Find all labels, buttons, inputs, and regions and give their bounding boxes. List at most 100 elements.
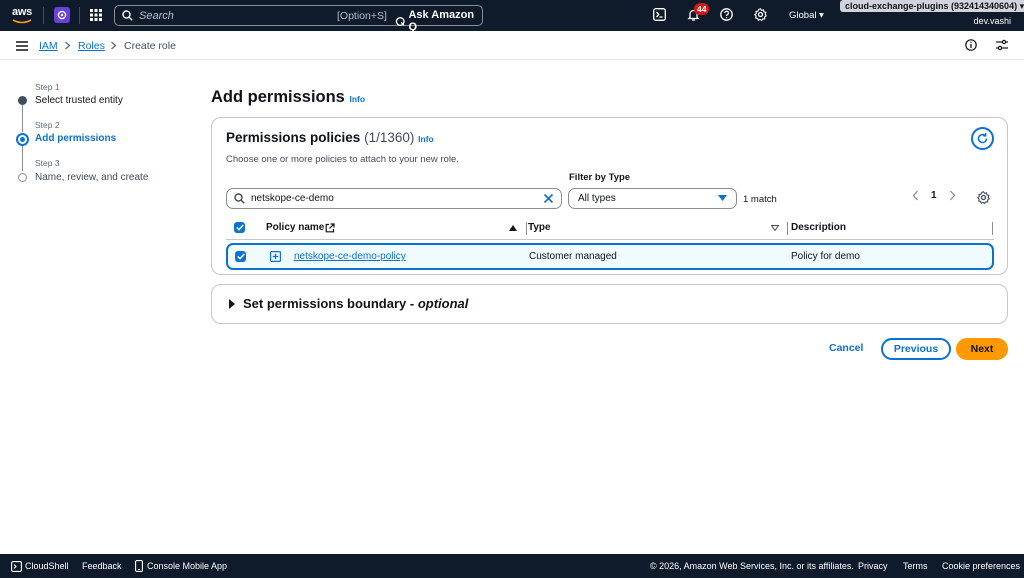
breadcrumb-create-role: Create role xyxy=(124,40,176,52)
next-page-icon[interactable] xyxy=(949,190,956,201)
expand-caret-right-icon[interactable] xyxy=(229,299,235,309)
account-menu[interactable]: cloud-exchange-plugins (932414340604) ▾ xyxy=(840,0,1024,12)
permissions-boundary-section[interactable]: Set permissions boundary - optional xyxy=(211,284,1008,324)
step-2-current-icon xyxy=(16,133,29,146)
column-divider xyxy=(992,222,993,235)
services-grid-icon[interactable] xyxy=(90,9,102,21)
column-description[interactable]: Description xyxy=(791,222,846,233)
footer-cookie-preferences-link[interactable]: Cookie preferences xyxy=(942,561,1020,571)
policies-table-header: Policy name Type Description xyxy=(226,216,994,240)
policies-count: (1/1360) xyxy=(364,130,415,145)
policies-title: Permissions policies xyxy=(226,130,361,145)
boundary-title-text: Set permissions boundary - xyxy=(243,296,418,311)
column-divider xyxy=(787,222,788,235)
row-checkbox[interactable] xyxy=(235,251,246,262)
step-1-number: Step 1 xyxy=(35,82,60,92)
mobile-phone-icon xyxy=(135,560,143,572)
cloudshell-icon[interactable] xyxy=(653,8,666,21)
policy-description-cell: Policy for demo xyxy=(791,251,860,262)
permissions-policies-container: Permissions policies (1/1360) Info Choos… xyxy=(211,117,1008,275)
info-circle-icon[interactable] xyxy=(965,39,977,51)
column-policy-name-label: Policy name xyxy=(266,222,325,233)
previous-page-icon[interactable] xyxy=(912,190,919,201)
global-search-input[interactable]: Search [Option+S] Ask Amazon Q xyxy=(114,5,483,33)
page-number[interactable]: 1 xyxy=(931,190,937,201)
breadcrumb-roles[interactable]: Roles xyxy=(78,40,105,52)
table-row[interactable]: netskope-ce-demo-policy Customer managed… xyxy=(226,243,994,270)
column-description-label: Description xyxy=(791,222,847,233)
clear-search-icon[interactable] xyxy=(543,193,554,204)
search-placeholder: Search xyxy=(139,10,174,22)
footer-privacy-link[interactable]: Privacy xyxy=(858,561,888,571)
region-selector[interactable]: Global ▾ xyxy=(789,10,824,21)
footer-terms-link[interactable]: Terms xyxy=(903,561,928,571)
type-filter-select[interactable]: All types xyxy=(568,188,737,209)
aws-logo-text: aws xyxy=(12,6,32,18)
aws-logo[interactable]: aws xyxy=(12,6,34,26)
region-label: Global xyxy=(789,10,817,21)
step-3-number: Step 3 xyxy=(35,158,60,168)
refresh-icon xyxy=(977,132,988,144)
breadcrumb-iam[interactable]: IAM xyxy=(39,40,58,52)
policy-name-link[interactable]: netskope-ce-demo-policy xyxy=(294,251,406,262)
page-title: Add permissions Info xyxy=(211,88,365,107)
boundary-optional-text: optional xyxy=(417,296,469,311)
footer-mobile-app-link[interactable]: Console Mobile App xyxy=(147,561,227,571)
nav-divider xyxy=(43,7,44,24)
match-count: 1 match xyxy=(743,194,777,205)
step-1-completed-icon xyxy=(18,96,27,105)
policy-search-input[interactable]: netskope-ce-demo xyxy=(226,188,562,209)
step-connector xyxy=(22,104,23,132)
page-info-link[interactable]: Info xyxy=(349,94,365,104)
footer-copyright: © 2026, Amazon Web Services, Inc. or its… xyxy=(650,561,854,571)
account-label: cloud-exchange-plugins (932414340604) xyxy=(845,1,1018,11)
cancel-button[interactable]: Cancel xyxy=(829,342,863,354)
sort-icon[interactable] xyxy=(771,225,779,231)
column-type-label: Type xyxy=(528,222,551,233)
step-3-pending-icon xyxy=(18,173,27,182)
console-footer: CloudShell Feedback Console Mobile App ©… xyxy=(0,554,1024,578)
step-2-label: Add permissions xyxy=(35,133,117,144)
footer-feedback-link[interactable]: Feedback xyxy=(82,561,122,571)
filter-by-type-label: Filter by Type xyxy=(569,172,631,183)
refresh-button[interactable] xyxy=(971,127,994,150)
search-shortcut: [Option+S] xyxy=(337,10,387,22)
search-icon xyxy=(122,10,133,21)
step-connector xyxy=(22,145,23,171)
column-policy-name[interactable]: Policy name xyxy=(266,222,324,233)
cloudshell-footer-icon xyxy=(11,561,22,572)
step-2-number: Step 2 xyxy=(35,120,60,130)
sort-ascending-icon[interactable] xyxy=(509,225,517,231)
nav-divider xyxy=(79,7,80,24)
step-3-label: Name, review, and create xyxy=(35,172,149,183)
previous-button[interactable]: Previous xyxy=(881,338,951,360)
chevron-right-icon xyxy=(64,41,71,50)
service-icon[interactable] xyxy=(54,7,70,23)
help-icon[interactable] xyxy=(720,8,733,21)
ask-amazon-q-label: Ask Amazon Q xyxy=(408,9,475,33)
column-divider xyxy=(526,222,527,235)
table-settings-gear-icon[interactable] xyxy=(977,191,990,204)
policies-info-link[interactable]: Info xyxy=(418,134,434,144)
column-type[interactable]: Type xyxy=(528,222,551,233)
type-filter-value: All types xyxy=(578,193,616,204)
caret-down-icon xyxy=(718,195,727,202)
pagination: 1 xyxy=(912,190,956,201)
step-1-label[interactable]: Select trusted entity xyxy=(35,95,123,106)
top-navigation: aws Search [Option+S] Ask Amazon Q 44 Gl… xyxy=(0,0,1024,33)
ask-amazon-q-button[interactable]: Ask Amazon Q xyxy=(395,9,482,33)
permissions-boundary-title: Set permissions boundary - optional xyxy=(243,296,468,311)
preferences-icon[interactable] xyxy=(996,39,1008,51)
amazon-q-icon xyxy=(395,16,405,26)
policy-type-cell: Customer managed xyxy=(529,251,617,262)
policies-description: Choose one or more policies to attach to… xyxy=(226,154,459,165)
next-button[interactable]: Next xyxy=(956,338,1008,360)
side-nav-menu-icon[interactable] xyxy=(16,41,28,51)
select-all-checkbox[interactable] xyxy=(234,222,245,233)
breadcrumb-bar: IAM Roles Create role xyxy=(0,31,1024,60)
policies-header: Permissions policies (1/1360) Info xyxy=(226,130,434,145)
footer-cloudshell-link[interactable]: CloudShell xyxy=(25,561,69,571)
expand-plus-icon[interactable] xyxy=(270,251,281,262)
notifications-badge: 44 xyxy=(694,3,710,15)
settings-gear-icon[interactable] xyxy=(754,8,767,21)
